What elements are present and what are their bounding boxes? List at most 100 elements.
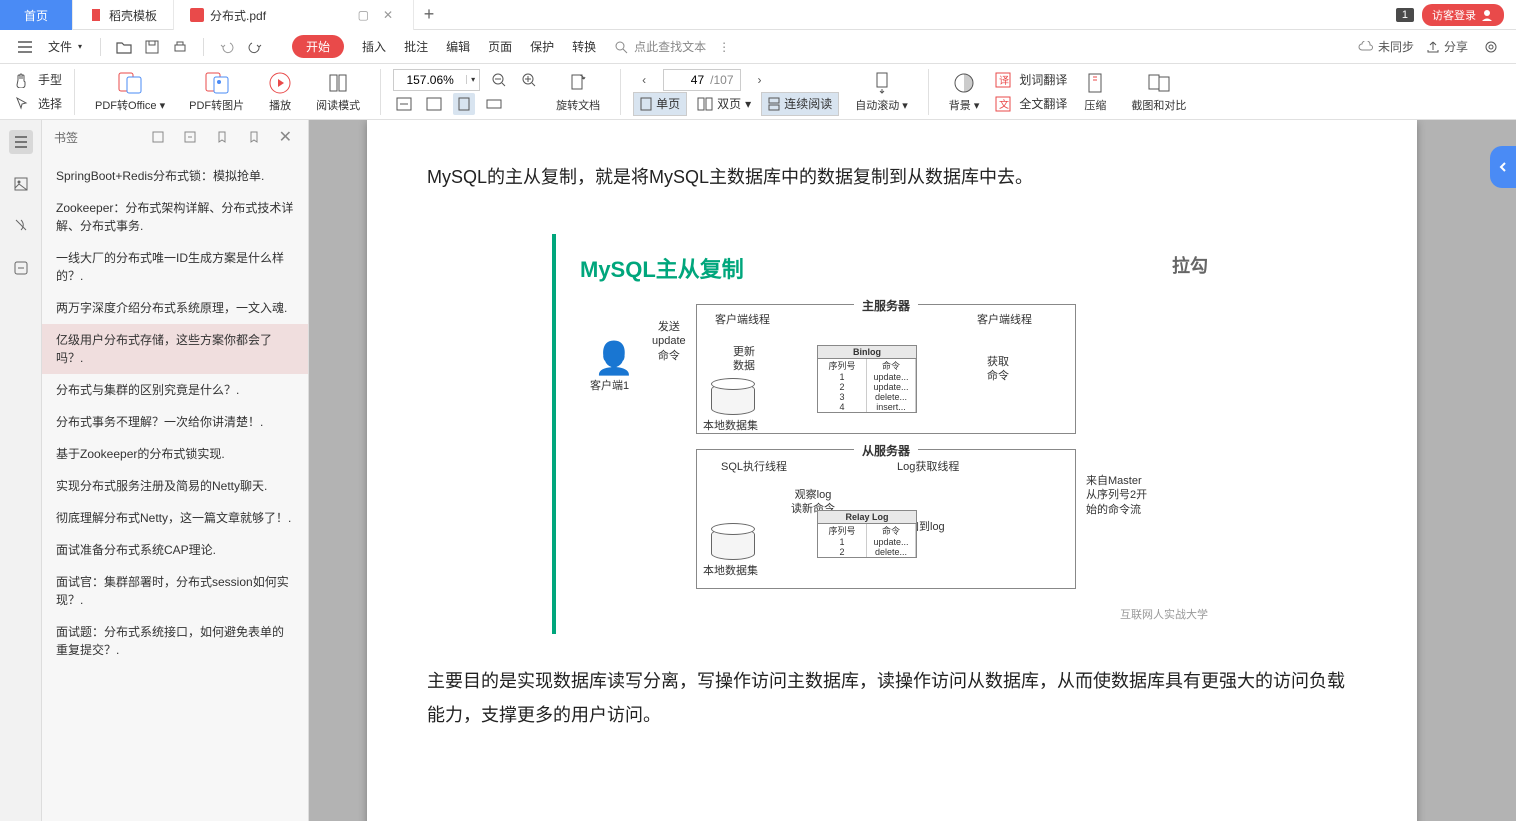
auto-scroll[interactable]: 自动滚动 ▾	[847, 69, 916, 115]
rotate-icon	[566, 71, 590, 95]
person-icon: 👤	[594, 339, 634, 377]
share-button[interactable]: 分享	[1426, 38, 1468, 55]
bookmark-item[interactable]: 面试题：分布式系统接口，如何避免表单的重复提交？.	[42, 616, 308, 666]
bookmark-item[interactable]: 彻底理解分布式Netty，这一篇文章就够了！.	[42, 502, 308, 534]
menu-protect[interactable]: 保护	[530, 38, 554, 55]
cloud-icon	[1358, 41, 1374, 53]
fit-width-icon[interactable]	[393, 93, 415, 115]
pdf-office-icon	[117, 71, 143, 95]
bookmark-item[interactable]: 面试准备分布式系统CAP理论.	[42, 534, 308, 566]
bookmark-sidebar: 书签 ✕ SpringBoot+Redis分布式锁：模拟抢单. Zookeepe…	[42, 120, 309, 821]
save-icon[interactable]	[141, 36, 163, 58]
continuous-read[interactable]: 连续阅读	[761, 92, 839, 116]
tab-file[interactable]: 分布式.pdf ▢ ✕	[174, 0, 414, 30]
undo-icon[interactable]	[216, 36, 238, 58]
screenshot-compare[interactable]: 截图和对比	[1123, 69, 1194, 115]
bm-add-icon[interactable]	[211, 126, 233, 148]
page-input[interactable]: /107	[663, 69, 740, 91]
redo-icon[interactable]	[244, 36, 266, 58]
bookmark-item[interactable]: 一线大厂的分布式唯一ID生成方案是什么样的？.	[42, 242, 308, 292]
tab-restore-icon[interactable]: ▢	[354, 8, 373, 22]
file-menu[interactable]: 文件▾	[42, 36, 88, 57]
play-button[interactable]: 播放	[260, 69, 300, 115]
full-translate[interactable]: 文全文翻译	[995, 93, 1067, 115]
menu-start[interactable]: 开始	[292, 35, 344, 58]
compress[interactable]: 压缩	[1075, 69, 1115, 115]
user-icon	[1480, 8, 1494, 22]
bm-tool2-icon[interactable]	[179, 126, 201, 148]
zoom-out-icon[interactable]	[488, 69, 510, 91]
next-page-icon[interactable]: ›	[749, 69, 771, 91]
tab-home[interactable]: 首页	[0, 0, 73, 30]
pdf-to-office[interactable]: PDF转Office ▾	[87, 69, 173, 115]
binlog-table: Binlog 序列号命令 1update... 2update... 3dele…	[817, 345, 917, 413]
menu-edit[interactable]: 编辑	[446, 38, 470, 55]
word-trans-icon: 译	[995, 72, 1011, 88]
pdf-img-icon	[204, 71, 230, 95]
paragraph: MySQL的主从复制，就是将MySQL主数据库中的数据复制到从数据库中去。	[427, 160, 1357, 194]
pdf-to-image[interactable]: PDF转图片	[181, 69, 252, 115]
hand-tool[interactable]: 手型	[14, 69, 62, 91]
login-button[interactable]: 访客登录	[1422, 4, 1504, 26]
zoom-in-icon[interactable]	[518, 69, 540, 91]
bookmark-item[interactable]: 面试官：集群部署时，分布式session如何实现？.	[42, 566, 308, 616]
ribbon: 手型 选择 PDF转Office ▾ PDF转图片 播放 阅读模式 ▾ 旋转文档…	[0, 64, 1516, 120]
continuous-icon	[768, 97, 780, 111]
sync-status[interactable]: 未同步	[1358, 38, 1414, 55]
zoom-input[interactable]: ▾	[393, 69, 480, 91]
bookmark-item[interactable]: Zookeeper：分布式架构详解、分布式技术详解、分布式事务.	[42, 192, 308, 242]
book-icon	[326, 71, 350, 95]
diagram-label: SQL执行线程	[721, 460, 787, 474]
diagram-footer: 互联网人实战大学	[1120, 606, 1208, 622]
bookmark-item[interactable]: 分布式事务不理解？一次给你讲清楚！.	[42, 406, 308, 438]
tab-daoke[interactable]: 稻壳模板	[73, 0, 174, 30]
menu-page[interactable]: 页面	[488, 38, 512, 55]
actual-size-icon[interactable]	[453, 93, 475, 115]
rotate-doc[interactable]: 旋转文档	[548, 69, 608, 115]
bm-collapse-icon[interactable]	[243, 126, 265, 148]
compress-icon	[1083, 71, 1107, 95]
menu-convert[interactable]: 转换	[572, 38, 596, 55]
tab-close-icon[interactable]: ✕	[379, 8, 397, 22]
add-tab-button[interactable]: +	[414, 0, 444, 29]
print-icon[interactable]	[169, 36, 191, 58]
bookmark-item[interactable]: 实现分布式服务注册及简易的Netty聊天.	[42, 470, 308, 502]
fit-visible-icon[interactable]	[483, 93, 505, 115]
nav-outline-icon[interactable]	[9, 130, 33, 154]
read-mode[interactable]: 阅读模式	[308, 69, 368, 115]
bm-tool1-icon[interactable]	[147, 126, 169, 148]
word-translate[interactable]: 译划词翻译	[995, 69, 1067, 91]
notification-badge[interactable]: 1	[1396, 8, 1414, 22]
cursor-icon	[14, 96, 30, 112]
bookmark-item[interactable]: 分布式与集群的区别究竟是什么？.	[42, 374, 308, 406]
document-canvas[interactable]: MySQL的主从复制，就是将MySQL主数据库中的数据复制到从数据库中去。 My…	[309, 120, 1516, 821]
double-page[interactable]: 双页 ▾	[691, 92, 757, 116]
menu-comment[interactable]: 批注	[404, 38, 428, 55]
diagram-brand: 拉勾	[1172, 252, 1208, 278]
master-box: 主服务器 客户端线程 客户端线程 更新 数据 本地数据集 Binlog 序列号命…	[696, 304, 1076, 434]
bookmark-item[interactable]: 两万字深度介绍分布式系统原理，一文入魂.	[42, 292, 308, 324]
fit-page-icon[interactable]	[423, 93, 445, 115]
main-area: 书签 ✕ SpringBoot+Redis分布式锁：模拟抢单. Zookeepe…	[0, 120, 1516, 821]
menu-insert[interactable]: 插入	[362, 38, 386, 55]
bookmark-item[interactable]: 亿级用户分布式存储，这些方案你都会了吗？.	[42, 324, 308, 374]
select-tool[interactable]: 选择	[14, 93, 62, 115]
open-icon[interactable]	[113, 36, 135, 58]
page: MySQL的主从复制，就是将MySQL主数据库中的数据复制到从数据库中去。 My…	[367, 120, 1417, 821]
nav-thumbnail-icon[interactable]	[9, 172, 33, 196]
search-box[interactable]: 点此查找文本 ⋮	[614, 38, 730, 55]
prev-page-icon[interactable]: ‹	[633, 69, 655, 91]
search-icon	[614, 40, 628, 54]
nav-annotation-icon[interactable]	[9, 214, 33, 238]
settings-icon[interactable]	[1480, 36, 1502, 58]
sidebar-close-icon[interactable]: ✕	[275, 127, 296, 147]
menu-icon[interactable]	[14, 36, 36, 58]
background[interactable]: 背景 ▾	[941, 69, 988, 115]
bookmark-item[interactable]: 基于Zookeeper的分布式锁实现.	[42, 438, 308, 470]
nav-attachment-icon[interactable]	[9, 256, 33, 280]
diagram-label: 发送update命令	[652, 320, 686, 363]
right-panel-toggle[interactable]	[1490, 146, 1516, 188]
bookmark-list: SpringBoot+Redis分布式锁：模拟抢单. Zookeeper：分布式…	[42, 154, 308, 821]
bookmark-item[interactable]: SpringBoot+Redis分布式锁：模拟抢单.	[42, 160, 308, 192]
single-page[interactable]: 单页	[633, 92, 687, 116]
